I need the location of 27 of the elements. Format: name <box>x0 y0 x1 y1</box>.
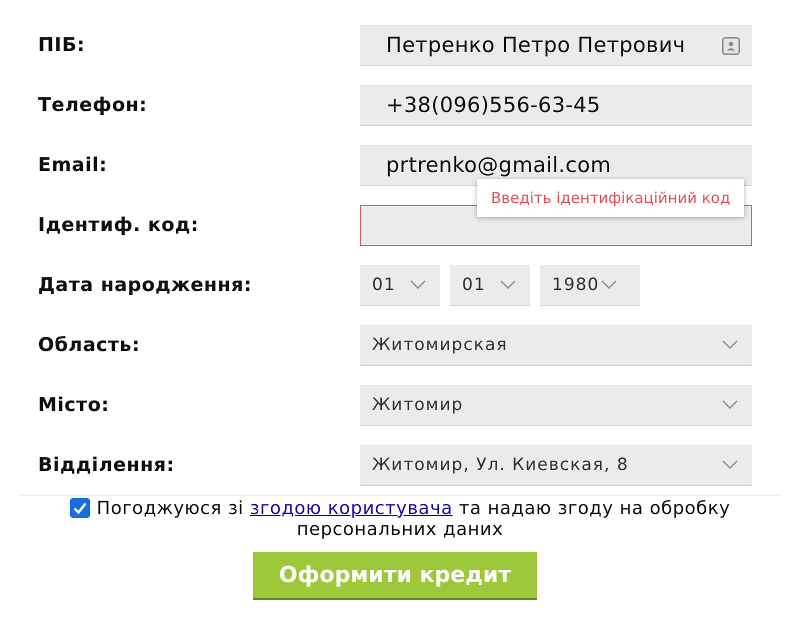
chevron-down-icon <box>722 340 738 349</box>
input-field[interactable]: Петренко Петро Петрович <box>360 24 752 66</box>
dropdown[interactable]: Житомир <box>360 384 752 426</box>
chevron-down-icon <box>410 280 426 289</box>
dropdown[interactable]: Житомирская <box>360 324 752 366</box>
field-label: Відділення: <box>38 454 176 476</box>
chevron-down-icon <box>500 280 516 289</box>
input-field[interactable]: +38(096)556-63-45 <box>360 84 752 126</box>
chevron-down-icon <box>722 400 738 409</box>
dropdown[interactable]: 01 <box>450 264 530 306</box>
user-agreement-link[interactable]: згодою користувача <box>250 498 453 519</box>
dropdown[interactable]: 01 <box>360 264 440 306</box>
field-label: Область: <box>38 334 142 356</box>
field-label: Місто: <box>38 394 110 416</box>
error-tooltip: Введіть ідентифікаційний код <box>477 178 744 216</box>
field-label: Ідентиф. код: <box>38 214 200 236</box>
field-label: Дата народження: <box>38 274 253 296</box>
dropdown[interactable]: 1980 <box>540 264 640 306</box>
chevron-down-icon <box>722 460 738 469</box>
field-label: Email: <box>38 154 108 176</box>
dropdown[interactable]: Житомир, Ул. Киевская, 8 <box>360 444 752 486</box>
consent-text: Погоджуюся зі згодою користувача та надаю згоду на обробку персональних даних <box>96 498 730 540</box>
field-label: Телефон: <box>38 94 148 116</box>
field-label: ПІБ: <box>38 34 86 56</box>
chevron-down-icon <box>601 280 618 289</box>
input-field[interactable]: prtrenko@gmail.com <box>360 144 752 186</box>
checkbox[interactable] <box>70 498 90 518</box>
